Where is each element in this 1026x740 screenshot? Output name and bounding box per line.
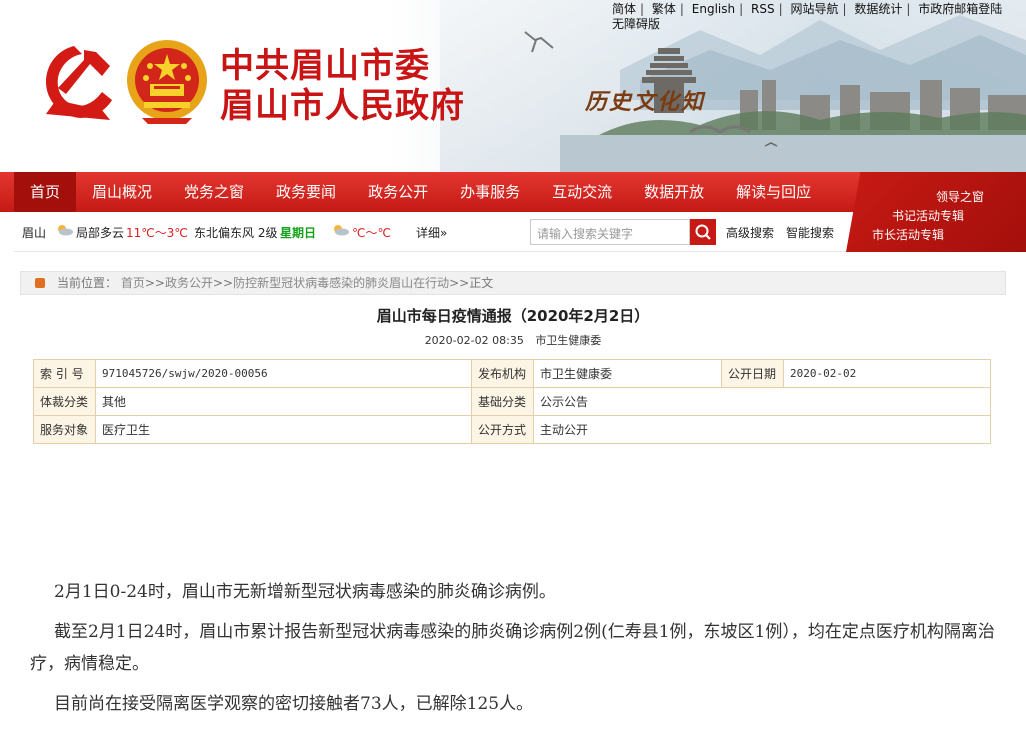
top-link-sitemap[interactable]: 网站导航 (790, 2, 838, 16)
article-meta: 2020-02-02 08:35 市卫生健康委 (0, 332, 1026, 348)
info-label-date: 公开日期 (721, 359, 784, 388)
info-label-publisher: 发布机构 (471, 359, 534, 388)
article-datetime: 2020-02-02 08:35 (424, 334, 524, 347)
site-header: 历史文化知 简体 | 繁体 | English | RSS | 网站导航 | 数据统计 | … (0, 0, 1026, 172)
breadcrumb: 当前位置： 首页>>政务公开>>防控新型冠状病毒感染的肺炎眉山在行动>>正文 (20, 271, 1006, 295)
nav-item-party[interactable]: 党务之窗 (168, 172, 260, 212)
weather-search-bar: 眉山 局部多云 11℃～3℃ 东北偏东风 2级 星期日 ℃～℃ 详细» 请输入搜… (14, 212, 846, 252)
weather-weekday: 星期日 (280, 226, 317, 240)
corner-link-secretary[interactable]: 书记活动专辑 (866, 207, 1016, 226)
info-table: 索 引 号 971045726/swjw/2020-00056 发布机构 市卫生… (33, 359, 991, 444)
nav-item-interaction[interactable]: 互动交流 (536, 172, 628, 212)
top-utility-links: 简体 | 繁体 | English | RSS | 网站导航 | 数据统计 | 市政府邮箱登… (612, 2, 1003, 31)
info-label-disclosure: 公开方式 (471, 415, 534, 444)
top-link-traditional[interactable]: 繁体 (652, 2, 676, 16)
info-value-disclosure: 主动公开 (533, 415, 991, 444)
breadcrumb-prefix: 当前位置： (57, 276, 118, 290)
breadcrumb-current: 正文 (469, 276, 494, 290)
nav-item-services[interactable]: 办事服务 (444, 172, 536, 212)
article-paragraph-1: 2月1日0-24时，眉山市无新增新型冠状病毒感染的肺炎确诊病例。 (54, 582, 556, 602)
cloud-icon (58, 225, 73, 236)
smart-search-link[interactable]: 智能搜索 (786, 224, 834, 241)
cloud-icon (334, 225, 349, 236)
info-value-genre: 其他 (95, 387, 472, 416)
table-row: 体裁分类 其他 基础分类 公示公告 (33, 387, 991, 416)
weather-condition: 局部多云 (76, 226, 125, 240)
nav-item-home[interactable]: 首页 (14, 172, 77, 212)
search-button[interactable] (690, 219, 716, 245)
top-link-mailbox[interactable]: 市政府邮箱登陆 (918, 2, 1002, 16)
info-value-category: 公示公告 (533, 387, 991, 416)
info-value-date: 2020-02-02 (783, 359, 991, 388)
info-value-audience: 医疗卫生 (95, 415, 472, 444)
info-label-category: 基础分类 (471, 387, 534, 416)
top-link-stats[interactable]: 数据统计 (854, 2, 902, 16)
nav-item-gov-open[interactable]: 政务公开 (352, 172, 444, 212)
article-paragraph-3: 目前尚在接受隔离医学观察的密切接触者73人，已解除125人。 (54, 694, 534, 714)
advanced-search-link[interactable]: 高级搜索 (726, 224, 774, 241)
top-link-rss[interactable]: RSS (751, 2, 775, 16)
breadcrumb-topic[interactable]: 防控新型冠状病毒感染的肺炎眉山在行动 (233, 276, 449, 290)
weather-details-link[interactable]: 详细» (416, 224, 447, 241)
info-value-publisher: 市卫生健康委 (533, 359, 722, 388)
nav-item-open-data[interactable]: 数据开放 (628, 172, 720, 212)
banner-scenery (440, 0, 1026, 172)
corner-link-leaders[interactable]: 领导之窗 (866, 188, 1016, 207)
party-emblem-icon (46, 46, 112, 120)
info-label-genre: 体裁分类 (33, 387, 96, 416)
top-link-english[interactable]: English (692, 2, 735, 16)
national-emblem-icon (127, 40, 207, 124)
article-title: 眉山市每日疫情通报（2020年2月2日） (376, 307, 650, 325)
top-link-simplified[interactable]: 简体 (612, 2, 636, 16)
weather-temp-2: ℃～℃ (352, 226, 391, 240)
breadcrumb-home[interactable]: 首页 (121, 276, 145, 290)
nav-item-news[interactable]: 政务要闻 (260, 172, 352, 212)
weather-wind: 东北偏东风 2级 (194, 226, 278, 240)
site-title-line2: 眉山市人民政府 (220, 86, 465, 126)
info-value-index: 971045726/swjw/2020-00056 (95, 359, 472, 388)
info-label-index: 索 引 号 (33, 359, 96, 388)
article-paragraph-2: 截至2月1日24时，眉山市累计报告新型冠状病毒感染的肺炎确诊病例2例(仁寿县1例… (30, 622, 995, 674)
weather-temp: 11℃～3℃ (126, 226, 188, 240)
search-input[interactable]: 请输入搜索关键字 (530, 219, 690, 245)
table-row: 服务对象 医疗卫生 公开方式 主动公开 (33, 415, 991, 444)
nav-item-overview[interactable]: 眉山概况 (76, 172, 168, 212)
breadcrumb-gov-open[interactable]: 政务公开 (165, 276, 213, 290)
corner-links: 领导之窗 书记活动专辑 市长活动专辑 (866, 188, 1016, 245)
banner-caption: 历史文化知 (585, 89, 706, 115)
top-link-accessible[interactable]: 无障碍版 (612, 17, 660, 31)
site-title-line1: 中共眉山市委 (220, 46, 430, 86)
table-row: 索 引 号 971045726/swjw/2020-00056 发布机构 市卫生… (33, 359, 991, 388)
article-body: 2月1日0-24时，眉山市无新增新型冠状病毒感染的肺炎确诊病例。 截至2月1日2… (30, 576, 1000, 728)
article-source: 市卫生健康委 (535, 334, 602, 347)
nav-item-interpretation[interactable]: 解读与回应 (720, 172, 827, 212)
location-icon (35, 278, 45, 288)
info-label-audience: 服务对象 (33, 415, 96, 444)
corner-link-mayor[interactable]: 市长活动专辑 (866, 226, 1016, 245)
site-title: 中共眉山市委 眉山市人民政府 (220, 46, 465, 126)
weather-city: 眉山 (22, 226, 47, 240)
search-icon (695, 224, 711, 240)
